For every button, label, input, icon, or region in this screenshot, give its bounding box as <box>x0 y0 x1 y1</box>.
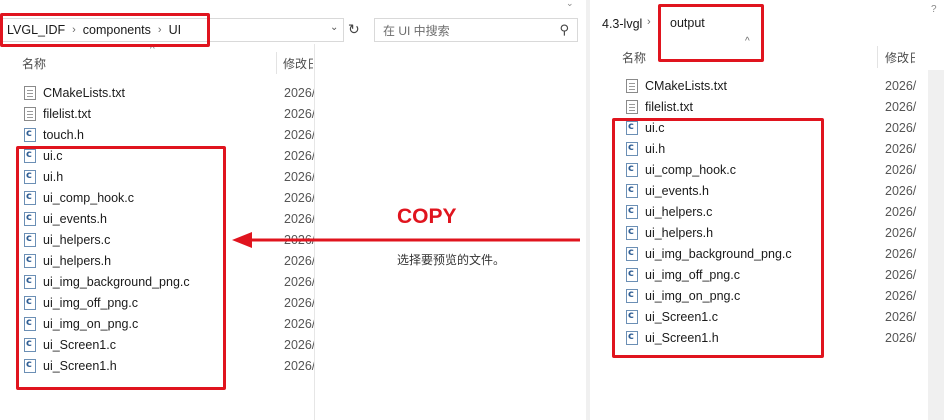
file-modified-date: 2026/ <box>284 337 314 352</box>
file-modified-date: 2026/ <box>284 169 314 184</box>
dropdown-chevron-icon[interactable]: ⌄ <box>330 22 338 33</box>
file-modified-date: 2026/ <box>284 190 314 205</box>
file-modified-date: 2026/ <box>885 288 917 303</box>
file-name: CMakeLists.txt <box>43 85 125 100</box>
column-header-modified[interactable]: 修改日 <box>885 46 915 68</box>
left-explorer-window: LVGL_IDF › components › UI ⌄ ↻ 在 UI 中搜索 … <box>0 0 590 420</box>
highlight-box-path <box>0 13 210 47</box>
help-icon[interactable]: ? <box>931 4 937 15</box>
file-modified-date: 2026/ <box>284 148 314 163</box>
file-modified-date: 2026/ <box>885 78 917 93</box>
column-divider[interactable] <box>276 52 277 74</box>
file-modified-date: 2026/ <box>284 253 314 268</box>
file-row[interactable]: filelist.txt <box>24 103 91 124</box>
file-modified-date: 2026/ <box>885 309 917 324</box>
file-modified-date: 2026/ <box>284 211 314 226</box>
file-row[interactable]: CMakeLists.txt <box>626 75 727 96</box>
file-modified-date: 2026/ <box>885 204 917 219</box>
search-input[interactable]: 在 UI 中搜索 ⚲ <box>374 18 578 42</box>
scrollbar[interactable] <box>928 70 944 420</box>
column-header-name[interactable]: 名称 <box>22 52 46 74</box>
file-modified-date: 2026/ <box>885 246 917 261</box>
file-modified-date: 2026/ <box>885 267 917 282</box>
text-file-icon <box>24 106 36 121</box>
highlight-box-output-files <box>612 118 824 358</box>
highlight-box-source-files <box>16 146 226 390</box>
copy-label: COPY <box>397 205 457 228</box>
file-modified-date: 2026/ <box>284 127 314 142</box>
file-row[interactable]: filelist.txt <box>626 96 693 117</box>
highlight-box-output-folder <box>658 4 764 62</box>
file-name: touch.h <box>43 127 85 142</box>
file-name: CMakeLists.txt <box>645 78 727 93</box>
file-modified-date: 2026/ <box>885 225 917 240</box>
file-modified-date: 2026/ <box>284 274 314 289</box>
file-modified-date: 2026/ <box>885 120 917 135</box>
chevron-right-icon: › <box>647 16 651 28</box>
text-file-icon <box>626 99 638 114</box>
file-modified-date: 2026/ <box>885 162 917 177</box>
column-header-modified[interactable]: 修改日 <box>283 52 313 74</box>
column-divider[interactable] <box>877 46 878 68</box>
file-modified-date: 2026/ <box>885 183 917 198</box>
file-row[interactable]: touch.h <box>24 124 84 145</box>
file-modified-date: 2026/ <box>885 141 917 156</box>
file-modified-date: 2026/ <box>284 358 314 373</box>
expand-ribbon-icon[interactable]: ⌄ <box>566 0 578 8</box>
file-modified-date: 2026/ <box>284 106 314 121</box>
text-file-icon <box>626 78 638 93</box>
refresh-icon[interactable]: ↻ <box>348 21 360 38</box>
copy-arrow-icon <box>232 232 580 248</box>
column-header-name[interactable]: 名称 <box>622 46 646 68</box>
search-icon: ⚲ <box>559 22 569 37</box>
file-modified-date: 2026/ <box>284 85 314 100</box>
c-source-file-icon <box>24 127 36 142</box>
file-modified-date: 2026/ <box>284 295 314 310</box>
file-name: filelist.txt <box>645 99 693 114</box>
preview-pane-text: 选择要预览的文件。 <box>397 253 506 267</box>
file-name: filelist.txt <box>43 106 91 121</box>
search-placeholder: 在 UI 中搜索 <box>383 23 450 38</box>
file-modified-date: 2026/ <box>885 99 917 114</box>
right-explorer-window: 4.3-lvgl › output ^ 名称 修改日 CMakeLists.tx… <box>590 0 944 420</box>
file-row[interactable]: CMakeLists.txt <box>24 82 125 103</box>
file-modified-date: 2026/ <box>284 316 314 331</box>
file-modified-date: 2026/ <box>885 330 917 345</box>
text-file-icon <box>24 85 36 100</box>
breadcrumb-4-3-lvgl[interactable]: 4.3-lvgl <box>602 17 642 31</box>
